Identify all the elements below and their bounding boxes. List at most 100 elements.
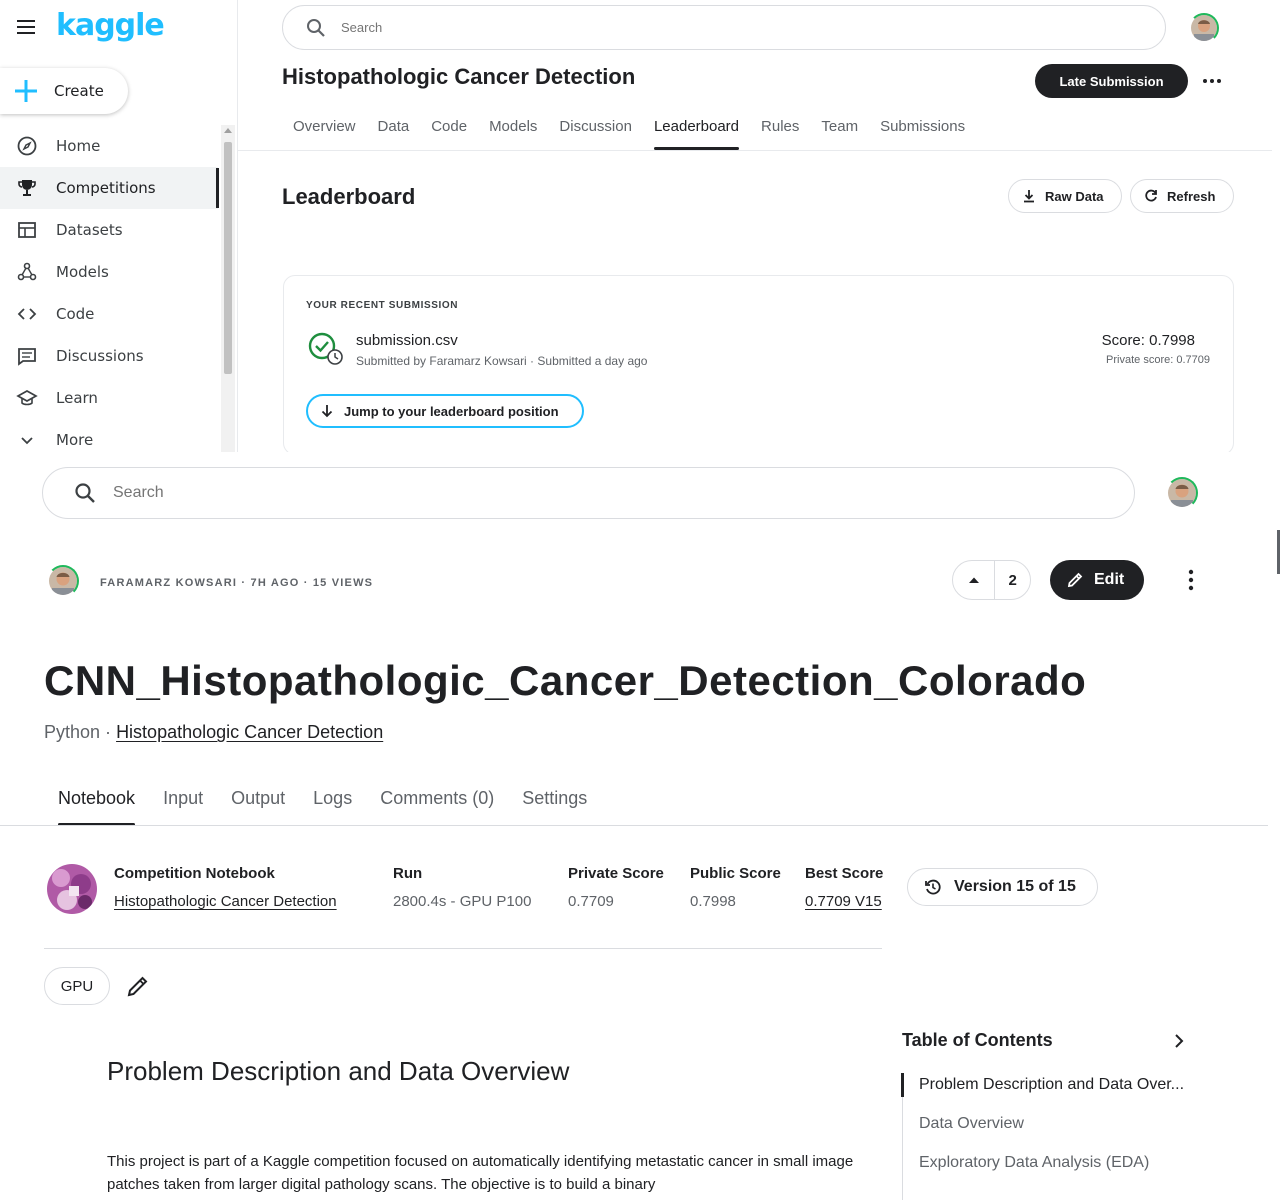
edit-button[interactable]: Edit: [1050, 560, 1144, 600]
code-icon: [16, 303, 38, 325]
notebook-page-screenshot: FARAMARZ KOWSARI · 7H AGO · 15 VIEWS 2 E…: [0, 452, 1280, 1200]
graduation-cap-icon: [16, 387, 38, 409]
sidebar-item-label: Models: [56, 263, 109, 281]
private-score: Private score: 0.7709: [1106, 354, 1210, 366]
edit-pencil-icon[interactable]: [126, 974, 150, 998]
search-input[interactable]: [113, 484, 913, 502]
notebook-language: Python ·: [44, 722, 112, 742]
arrow-down-icon: [320, 404, 334, 418]
competition-name-link[interactable]: Histopathologic Cancer Detection: [114, 893, 337, 910]
competition-page-screenshot: kaggle Create Home Competitions Datasets…: [0, 0, 1280, 452]
sidebar-item-discussions[interactable]: Discussions: [0, 335, 218, 377]
tab-leaderboard[interactable]: Leaderboard: [643, 110, 750, 150]
kaggle-logo[interactable]: kaggle: [56, 8, 165, 43]
search-icon: [73, 481, 97, 505]
author-meta-line: FARAMARZ KOWSARI · 7H AGO · 15 VIEWS: [100, 577, 374, 589]
raw-data-button[interactable]: Raw Data: [1008, 179, 1122, 213]
meta-divider: [44, 948, 882, 949]
submission-success-icon: [307, 331, 345, 367]
notebook-search-bar[interactable]: [42, 467, 1135, 519]
competition-link[interactable]: Histopathologic Cancer Detection: [116, 722, 383, 742]
version-history-button[interactable]: Version 15 of 15: [907, 868, 1098, 906]
table-icon: [16, 219, 38, 241]
sidebar-scroll-thumb[interactable]: [224, 142, 232, 374]
avatar-progress-ring: [1189, 13, 1219, 43]
sidebar: kaggle Create Home Competitions Datasets…: [0, 0, 238, 452]
sidebar-item-label: Home: [56, 137, 101, 155]
tab-team[interactable]: Team: [810, 110, 869, 150]
upvote-widget: 2: [952, 560, 1031, 600]
tab-submissions[interactable]: Submissions: [869, 110, 976, 150]
tabs-divider: [0, 825, 1268, 826]
tab-output[interactable]: Output: [217, 780, 299, 826]
toc-item[interactable]: Problem Description and Data Over...: [919, 1076, 1184, 1094]
raw-data-label: Raw Data: [1045, 188, 1104, 204]
tab-code[interactable]: Code: [420, 110, 478, 150]
download-icon: [1021, 188, 1037, 204]
tab-logs[interactable]: Logs: [299, 780, 366, 826]
notebook-title: CNN_Histopathologic_Cancer_Detection_Col…: [44, 657, 1087, 704]
sidebar-item-home[interactable]: Home: [0, 125, 218, 167]
author-avatar-ring: [47, 565, 79, 597]
sidebar-item-code[interactable]: Code: [0, 293, 218, 335]
compass-icon: [16, 135, 38, 157]
public-score: Score: 0.7998: [1101, 332, 1195, 349]
more-options-icon[interactable]: [1201, 70, 1223, 92]
toc-title: Table of Contents: [902, 1030, 1053, 1050]
triangle-up-icon: [968, 576, 980, 584]
tab-data[interactable]: Data: [367, 110, 421, 150]
tab-discussion[interactable]: Discussion: [548, 110, 643, 150]
upvote-button[interactable]: [953, 561, 996, 599]
tab-models[interactable]: Models: [478, 110, 548, 150]
tab-notebook[interactable]: Notebook: [44, 780, 149, 826]
tab-overview[interactable]: Overview: [282, 110, 367, 150]
best-score-link[interactable]: 0.7709 V15: [805, 893, 882, 910]
tab-settings[interactable]: Settings: [508, 780, 601, 826]
tabs-divider: [238, 150, 1272, 151]
sidebar-item-label: Datasets: [56, 221, 123, 239]
search-input[interactable]: [341, 20, 941, 35]
sidebar-item-learn[interactable]: Learn: [0, 377, 218, 419]
sidebar-item-competitions[interactable]: Competitions: [0, 167, 218, 209]
history-icon: [924, 878, 942, 896]
search-bar[interactable]: [282, 5, 1166, 50]
competition-title: Histopathologic Cancer Detection: [282, 64, 636, 89]
kebab-menu-icon[interactable]: [1180, 568, 1202, 592]
edit-label: Edit: [1094, 571, 1125, 588]
accelerator-chip[interactable]: GPU: [44, 967, 110, 1005]
toc-active-indicator: [901, 1073, 904, 1097]
tab-rules[interactable]: Rules: [750, 110, 810, 150]
late-submission-button[interactable]: Late Submission: [1035, 64, 1188, 98]
sidebar-item-label: Discussions: [56, 347, 144, 365]
discussion-icon: [16, 345, 38, 367]
sidebar-item-more[interactable]: More: [0, 419, 218, 452]
tab-comments[interactable]: Comments (0): [366, 780, 508, 826]
submission-file-name[interactable]: submission.csv: [356, 332, 458, 349]
jump-to-leaderboard-button[interactable]: Jump to your leaderboard position: [306, 394, 584, 428]
active-nav-indicator: [216, 168, 219, 208]
chevron-right-icon[interactable]: [1170, 1032, 1188, 1050]
sidebar-item-label: Learn: [56, 389, 98, 407]
search-icon: [305, 17, 327, 39]
leaderboard-heading: Leaderboard: [282, 184, 416, 209]
competition-thumbnail[interactable]: [47, 864, 97, 914]
recent-submission-label: YOUR RECENT SUBMISSION: [306, 300, 459, 311]
hamburger-menu-icon[interactable]: [16, 18, 38, 36]
sidebar-item-datasets[interactable]: Datasets: [0, 209, 218, 251]
toc-item[interactable]: Data Overview: [919, 1115, 1024, 1133]
sidebar-item-models[interactable]: Models: [0, 251, 218, 293]
version-label: Version 15 of 15: [954, 878, 1076, 895]
competition-tabs: Overview Data Code Models Discussion Lea…: [282, 110, 976, 150]
scroll-up-arrow-icon[interactable]: [224, 128, 232, 133]
competition-notebook-label: Competition Notebook: [114, 865, 275, 882]
create-button[interactable]: Create: [0, 68, 128, 114]
pencil-icon: [1066, 571, 1084, 589]
tab-input[interactable]: Input: [149, 780, 217, 826]
create-label: Create: [54, 82, 104, 100]
refresh-button[interactable]: Refresh: [1130, 179, 1234, 213]
refresh-icon: [1143, 188, 1159, 204]
jump-label: Jump to your leaderboard position: [344, 403, 559, 419]
sidebar-item-label: Competitions: [56, 179, 156, 197]
sidebar-item-label: Code: [56, 305, 95, 323]
toc-item[interactable]: Exploratory Data Analysis (EDA): [919, 1154, 1149, 1172]
